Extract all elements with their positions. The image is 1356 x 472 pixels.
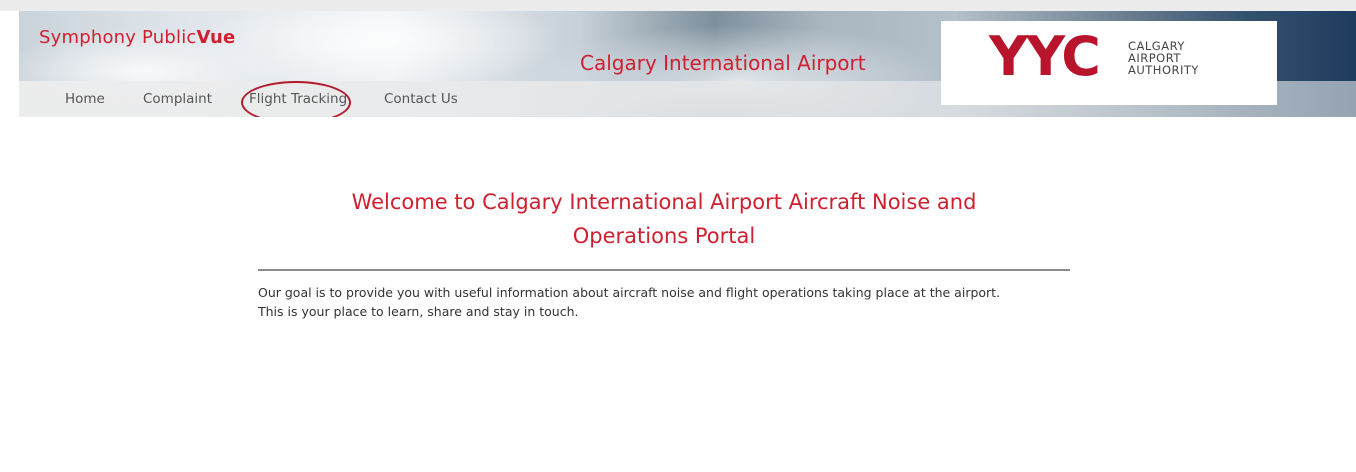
top-strip: [0, 0, 1356, 11]
nav-item-flight-tracking[interactable]: Flight Tracking: [249, 91, 347, 107]
nav-item-complaint[interactable]: Complaint: [143, 91, 212, 107]
airport-authority-logo: YYC CALGARY AIRPORT AUTHORITY: [941, 21, 1277, 105]
site-title: Calgary International Airport: [580, 51, 866, 75]
page-title: Welcome to Calgary International Airport…: [258, 185, 1070, 253]
logo-wordmark: CALGARY AIRPORT AUTHORITY: [1128, 40, 1199, 76]
intro-text: Our goal is to provide you with useful i…: [258, 283, 1118, 321]
nav-item-contact-us[interactable]: Contact Us: [384, 91, 458, 107]
brand-logo[interactable]: Symphony PublicVue: [39, 27, 235, 48]
brand-prefix: Symphony Public: [39, 27, 197, 48]
intro-line1: Our goal is to provide you with useful i…: [258, 285, 1001, 300]
logo-line-authority: AUTHORITY: [1128, 63, 1199, 77]
page-title-line1: Welcome to Calgary International Airport…: [351, 190, 977, 214]
logo-mark: YYC: [989, 25, 1101, 88]
divider: [258, 269, 1070, 271]
site-header: Symphony PublicVue Calgary International…: [19, 11, 1356, 117]
intro-line2: This is your place to learn, share and s…: [258, 304, 579, 319]
page-title-line2: Operations Portal: [572, 224, 756, 248]
nav-item-home[interactable]: Home: [65, 91, 105, 107]
brand-suffix: Vue: [196, 27, 236, 48]
